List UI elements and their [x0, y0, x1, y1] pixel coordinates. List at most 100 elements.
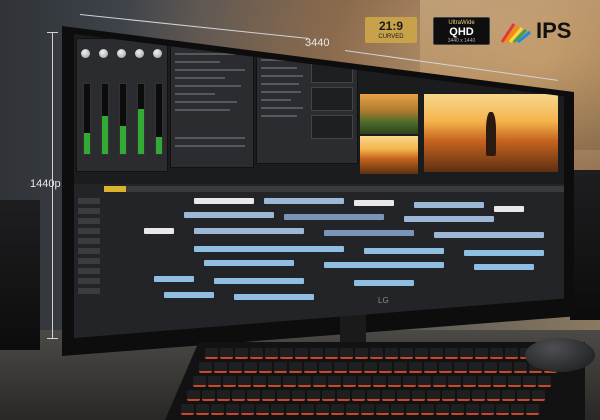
channel-fader-2[interactable]: [101, 83, 109, 155]
keyboard-key[interactable]: [526, 404, 539, 415]
bin-item[interactable]: [261, 67, 297, 69]
keyboard-key[interactable]: [472, 390, 485, 401]
timeline-clip[interactable]: [364, 248, 444, 254]
keyboard-key[interactable]: [274, 362, 287, 373]
effect-row[interactable]: [175, 61, 220, 63]
effect-row[interactable]: [175, 137, 245, 139]
keyboard-key[interactable]: [250, 348, 263, 359]
track-header[interactable]: [78, 198, 100, 204]
source-monitor-preview-2[interactable]: [360, 136, 418, 174]
pan-knob-2[interactable]: [99, 49, 108, 58]
bin-thumbnail[interactable]: [311, 115, 353, 139]
keyboard-key[interactable]: [379, 362, 392, 373]
keyboard-key[interactable]: [259, 362, 272, 373]
keyboard-key[interactable]: [367, 390, 380, 401]
keyboard-key[interactable]: [361, 404, 374, 415]
channel-fader-3[interactable]: [119, 83, 127, 155]
keyboard-key[interactable]: [328, 376, 341, 387]
pan-knob-4[interactable]: [135, 49, 144, 58]
keyboard-key[interactable]: [475, 348, 488, 359]
keyboard-key[interactable]: [286, 404, 299, 415]
channel-fader-4[interactable]: [137, 83, 145, 155]
track-header[interactable]: [78, 258, 100, 264]
keyboard-key[interactable]: [364, 362, 377, 373]
track-header[interactable]: [78, 218, 100, 224]
track-header[interactable]: [78, 288, 100, 294]
track-header[interactable]: [78, 208, 100, 214]
keyboard-key[interactable]: [292, 390, 305, 401]
keyboard-key[interactable]: [382, 390, 395, 401]
keyboard-key[interactable]: [403, 376, 416, 387]
keyboard-key[interactable]: [412, 390, 425, 401]
keyboard-key[interactable]: [358, 376, 371, 387]
keyboard-key[interactable]: [430, 348, 443, 359]
timeline-clip[interactable]: [164, 292, 214, 298]
keyboard-key[interactable]: [343, 376, 356, 387]
keyboard-key[interactable]: [226, 404, 239, 415]
keyboard-key[interactable]: [349, 362, 362, 373]
keyboard-key[interactable]: [490, 348, 503, 359]
keyboard-key[interactable]: [481, 404, 494, 415]
keyboard-key[interactable]: [214, 362, 227, 373]
keyboard-key[interactable]: [454, 362, 467, 373]
timeline-clip[interactable]: [194, 198, 254, 204]
timeline-clip[interactable]: [264, 198, 344, 204]
timeline-clip[interactable]: [194, 246, 344, 252]
keyboard-key[interactable]: [208, 376, 221, 387]
keyboard-key[interactable]: [334, 362, 347, 373]
keyboard-key[interactable]: [355, 348, 368, 359]
keyboard-key[interactable]: [448, 376, 461, 387]
keyboard-key[interactable]: [406, 404, 419, 415]
keyboard-key[interactable]: [301, 404, 314, 415]
keyboard-key[interactable]: [370, 348, 383, 359]
timeline-clip[interactable]: [414, 202, 484, 208]
channel-fader-1[interactable]: [83, 83, 91, 155]
keyboard-key[interactable]: [211, 404, 224, 415]
keyboard-key[interactable]: [241, 404, 254, 415]
keyboard-key[interactable]: [394, 362, 407, 373]
bin-item[interactable]: [261, 83, 299, 85]
keyboard-key[interactable]: [346, 404, 359, 415]
keyboard-key[interactable]: [373, 376, 386, 387]
keyboard-key[interactable]: [295, 348, 308, 359]
timeline-clip[interactable]: [434, 232, 544, 238]
bin-item[interactable]: [261, 91, 301, 93]
keyboard-key[interactable]: [304, 362, 317, 373]
keyboard-key[interactable]: [340, 348, 353, 359]
keyboard-key[interactable]: [514, 362, 527, 373]
timeline-clip[interactable]: [284, 214, 384, 220]
keyboard-key[interactable]: [235, 348, 248, 359]
bin-thumbnail[interactable]: [311, 87, 353, 111]
keyboard-key[interactable]: [283, 376, 296, 387]
effect-row[interactable]: [175, 69, 245, 71]
timeline-playhead[interactable]: [104, 186, 126, 192]
keyboard-key[interactable]: [244, 362, 257, 373]
keyboard-key[interactable]: [499, 362, 512, 373]
timeline-clip[interactable]: [464, 250, 544, 256]
keyboard-key[interactable]: [376, 404, 389, 415]
keyboard-key[interactable]: [439, 362, 452, 373]
keyboard-key[interactable]: [511, 404, 524, 415]
track-header[interactable]: [78, 268, 100, 274]
keyboard-key[interactable]: [352, 390, 365, 401]
source-monitor-preview[interactable]: [360, 94, 418, 134]
keyboard-key[interactable]: [325, 348, 338, 359]
timeline-clip[interactable]: [324, 230, 414, 236]
keyboard-key[interactable]: [298, 376, 311, 387]
keyboard-key[interactable]: [436, 404, 449, 415]
track-header[interactable]: [78, 248, 100, 254]
keyboard-key[interactable]: [253, 376, 266, 387]
bin-item[interactable]: [261, 115, 297, 117]
keyboard-key[interactable]: [196, 404, 209, 415]
keyboard-key[interactable]: [418, 376, 431, 387]
track-header[interactable]: [78, 228, 100, 234]
keyboard-key[interactable]: [385, 348, 398, 359]
pan-knob-3[interactable]: [117, 49, 126, 58]
effect-row[interactable]: [175, 109, 230, 111]
keyboard-key[interactable]: [313, 376, 326, 387]
pan-knob-1[interactable]: [81, 49, 90, 58]
effect-row[interactable]: [175, 101, 237, 103]
effect-row[interactable]: [175, 145, 245, 147]
effect-row[interactable]: [175, 93, 215, 95]
keyboard-key[interactable]: [538, 376, 551, 387]
